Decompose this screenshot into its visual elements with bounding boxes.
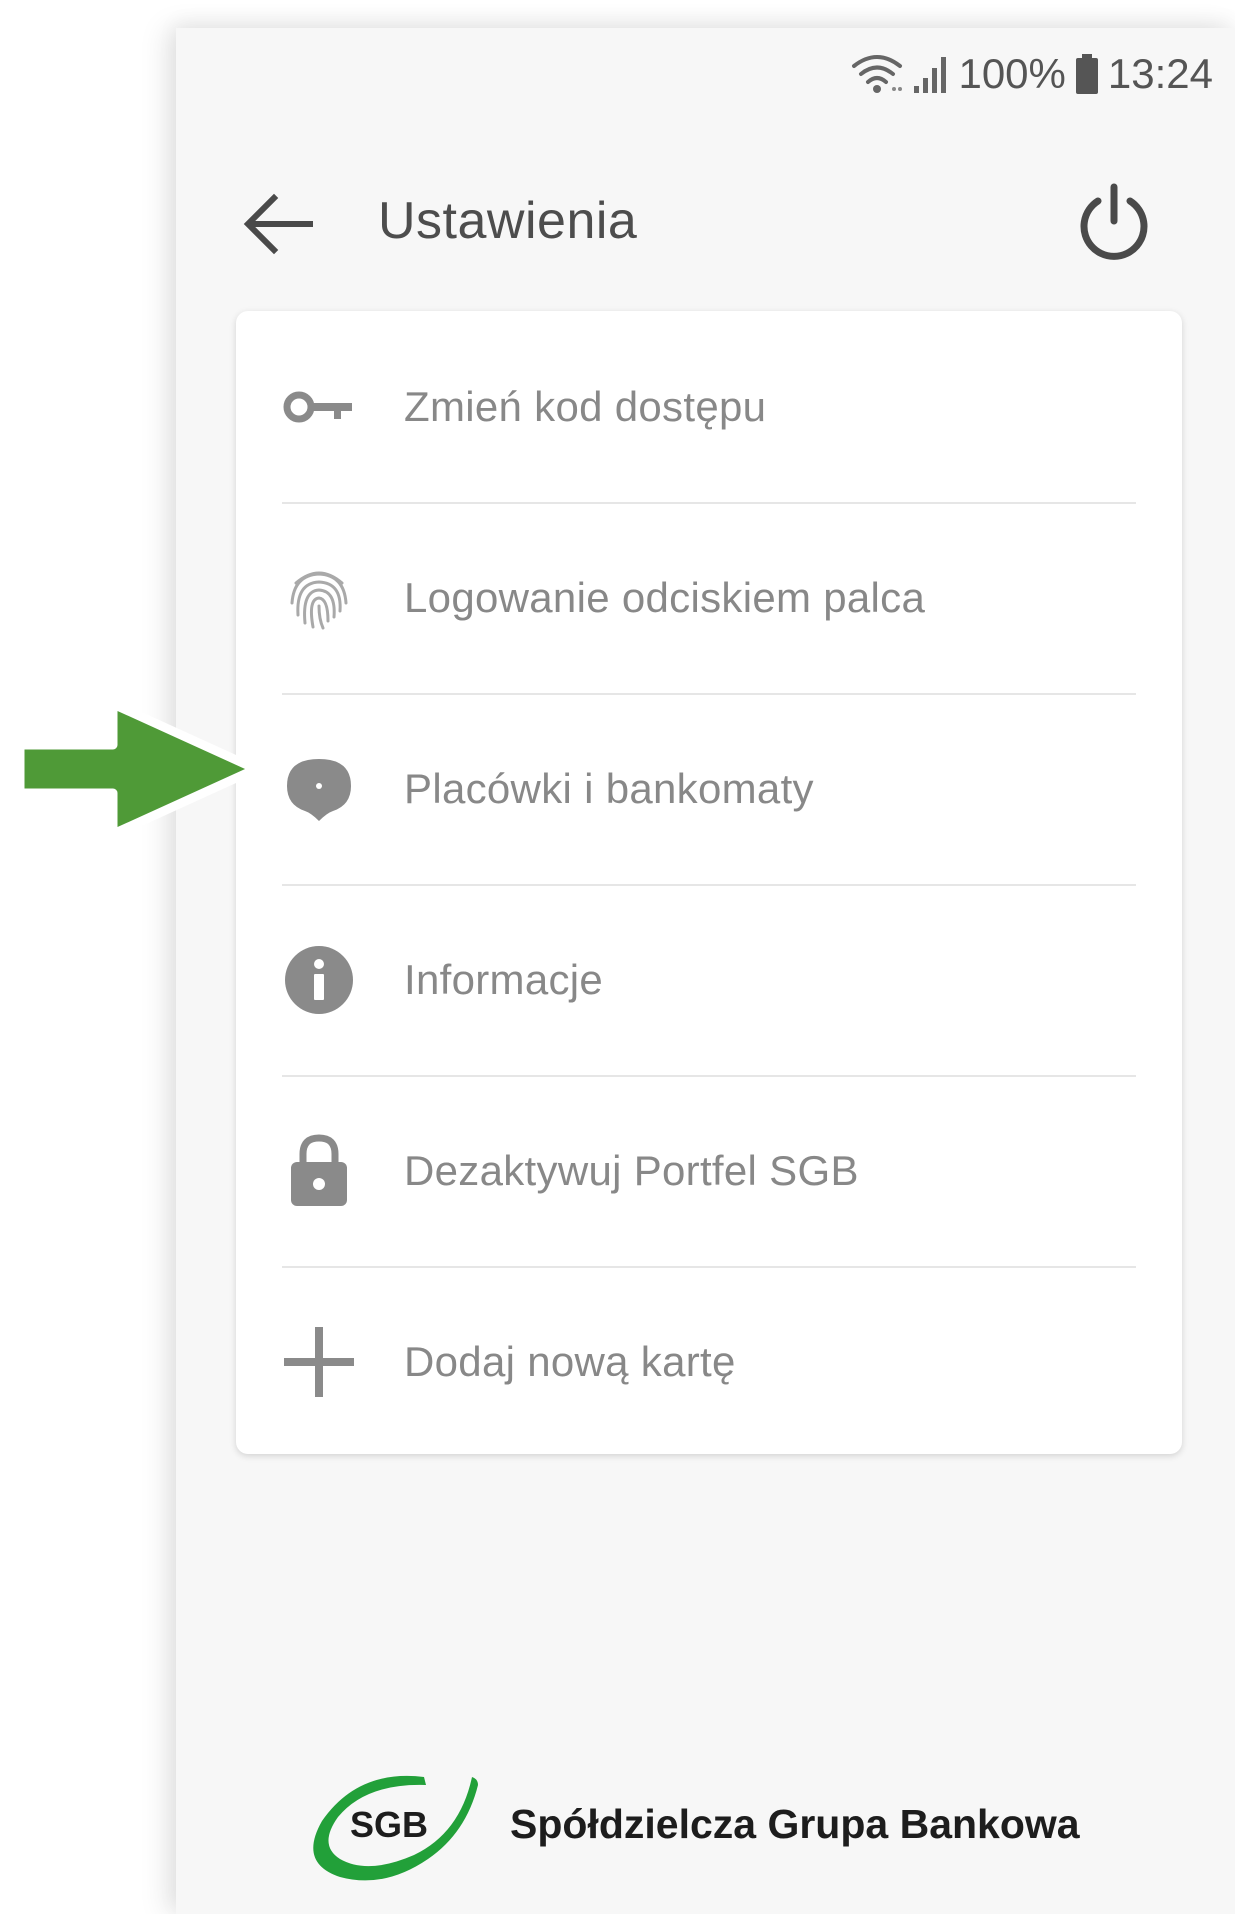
settings-list: Zmień kod dostępu Logowanie odciskiem pa… [236, 311, 1182, 1454]
menu-item-label: Dodaj nową kartę [404, 1337, 736, 1385]
fingerprint-icon [282, 561, 356, 635]
key-icon [282, 370, 356, 444]
phone-screen: 100% 13:24 Ustawienia Zmień kod dostępu … [176, 28, 1235, 1914]
power-icon [1080, 183, 1148, 260]
menu-item-fingerprint-login[interactable]: Logowanie odciskiem palca [236, 502, 1182, 693]
back-button[interactable] [238, 184, 318, 264]
brand-footer: SGB Spółdzielcza Grupa Bankowa [304, 1763, 1080, 1885]
menu-item-deactivate-wallet[interactable]: Dezaktywuj Portfel SGB [236, 1075, 1182, 1266]
brand-name: Spółdzielcza Grupa Bankowa [510, 1800, 1080, 1847]
arrow-back-icon [243, 193, 313, 255]
menu-item-branches-atms[interactable]: Placówki i bankomaty [236, 693, 1182, 884]
plus-icon [282, 1325, 356, 1399]
menu-item-label: Informacje [404, 955, 604, 1003]
menu-item-information[interactable]: Informacje [236, 884, 1182, 1075]
sgb-logo: SGB [313, 1775, 478, 1881]
signal-icon [914, 54, 948, 94]
wifi-icon [850, 52, 904, 96]
status-bar: 100% 13:24 [850, 42, 1213, 106]
logout-button[interactable] [1069, 178, 1159, 268]
info-icon [282, 943, 356, 1017]
location-pin-icon [282, 752, 356, 826]
sgb-logo-text: SGB [350, 1804, 428, 1845]
menu-item-add-card[interactable]: Dodaj nową kartę [236, 1266, 1182, 1457]
menu-item-label: Zmień kod dostępu [404, 382, 767, 430]
clock: 13:24 [1107, 50, 1213, 97]
battery-percent: 100% [958, 50, 1066, 97]
menu-item-label: Dezaktywuj Portfel SGB [404, 1146, 859, 1194]
battery-icon [1075, 54, 1098, 94]
screenshot-stage: 100% 13:24 Ustawienia Zmień kod dostępu … [0, 0, 1235, 1914]
lock-icon [282, 1133, 356, 1208]
annotation-arrow-icon [14, 698, 264, 845]
app-bar: Ustawienia [176, 148, 1235, 298]
page-title: Ustawienia [378, 192, 638, 250]
menu-item-label: Placówki i bankomaty [404, 764, 814, 812]
menu-item-label: Logowanie odciskiem palca [404, 573, 926, 621]
menu-item-change-access-code[interactable]: Zmień kod dostępu [236, 311, 1182, 502]
